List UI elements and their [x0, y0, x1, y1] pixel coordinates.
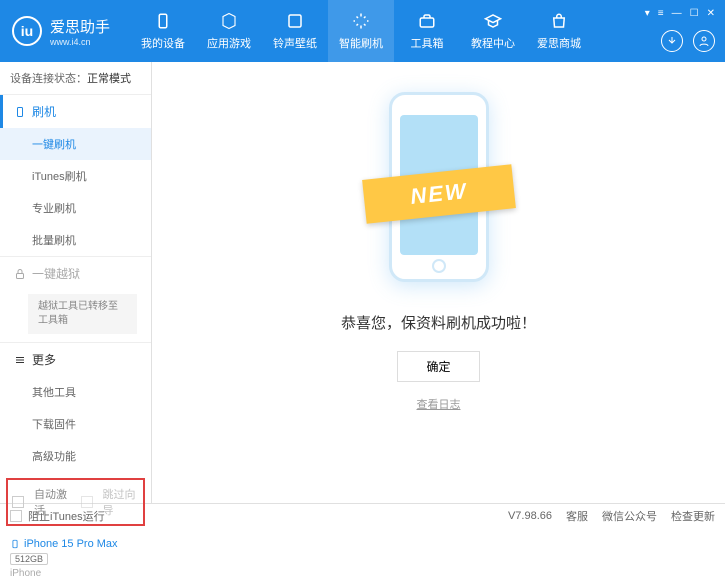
app-url: www.i4.cn: [50, 37, 110, 47]
sidebar-item-batch-flash[interactable]: 批量刷机: [0, 224, 151, 256]
tray-icon[interactable]: ≡: [658, 8, 664, 19]
checkbox-block-itunes[interactable]: [10, 510, 22, 522]
app-name: 爱思助手: [50, 16, 110, 37]
checkbox-skip-guide[interactable]: [81, 496, 93, 508]
tutorial-icon: [483, 11, 503, 31]
close-icon[interactable]: ✕: [707, 8, 715, 19]
version-label: V7.98.66: [508, 510, 552, 522]
sidebar-item-oneclick-flash[interactable]: 一键刷机: [0, 128, 151, 160]
app-header: iu 爱思助手 www.i4.cn 我的设备 应用游戏 铃声壁纸 智能刷机 工具…: [0, 0, 725, 62]
device-type: iPhone: [10, 568, 141, 579]
logo-icon: iu: [12, 16, 42, 46]
main-nav: 我的设备 应用游戏 铃声壁纸 智能刷机 工具箱 教程中心 爱思商城: [130, 0, 713, 62]
header-action-buttons: [661, 30, 715, 52]
maximize-icon[interactable]: ☐: [690, 8, 699, 19]
nav-toolbox[interactable]: 工具箱: [394, 0, 460, 62]
ok-button[interactable]: 确定: [397, 351, 479, 382]
sidebar-section-jailbreak: 一键越狱: [0, 257, 151, 290]
footer-support-link[interactable]: 客服: [566, 508, 588, 524]
sidebar-section-more[interactable]: 更多: [0, 343, 151, 376]
nav-apps[interactable]: 应用游戏: [196, 0, 262, 62]
sidebar: 设备连接状态：正常模式 刷机 一键刷机 iTunes刷机 专业刷机 批量刷机 一…: [0, 62, 152, 503]
checkbox-auto-activate[interactable]: [12, 496, 24, 508]
device-storage: 512GB: [10, 553, 48, 565]
new-banner: NEW: [362, 164, 516, 223]
toolbox-icon: [417, 11, 437, 31]
user-button[interactable]: [693, 30, 715, 52]
device-name[interactable]: iPhone 15 Pro Max: [10, 538, 141, 550]
connected-device: iPhone 15 Pro Max 512GB iPhone: [0, 532, 151, 585]
sidebar-item-itunes-flash[interactable]: iTunes刷机: [0, 160, 151, 192]
device-phone-icon: [10, 538, 20, 550]
device-icon: [153, 11, 173, 31]
view-log-link[interactable]: 查看日志: [417, 396, 461, 412]
block-itunes-label: 阻止iTunes运行: [28, 508, 105, 524]
success-illustration: NEW: [384, 92, 494, 292]
sidebar-item-pro-flash[interactable]: 专业刷机: [0, 192, 151, 224]
nav-mall[interactable]: 爱思商城: [526, 0, 592, 62]
sidebar-section-flash[interactable]: 刷机: [0, 95, 151, 128]
nav-flash[interactable]: 智能刷机: [328, 0, 394, 62]
footer-wechat-link[interactable]: 微信公众号: [602, 508, 657, 524]
skip-guide-label: 跳过向导: [103, 486, 140, 518]
main-content: NEW 恭喜您，保资料刷机成功啦！ 确定 查看日志: [152, 62, 725, 503]
footer-update-link[interactable]: 检查更新: [671, 508, 715, 524]
minimize-icon[interactable]: —: [672, 8, 682, 19]
flash-icon: [351, 11, 371, 31]
phone-icon: [14, 106, 26, 118]
mall-icon: [549, 11, 569, 31]
nav-my-device[interactable]: 我的设备: [130, 0, 196, 62]
success-message: 恭喜您，保资料刷机成功啦！: [341, 312, 536, 333]
nav-wallpaper[interactable]: 铃声壁纸: [262, 0, 328, 62]
download-button[interactable]: [661, 30, 683, 52]
logo: iu 爱思助手 www.i4.cn: [12, 16, 110, 47]
sidebar-item-advanced[interactable]: 高级功能: [0, 440, 151, 472]
menu-icon[interactable]: ▾: [645, 8, 650, 19]
apps-icon: [219, 11, 239, 31]
wallpaper-icon: [285, 11, 305, 31]
sidebar-item-other-tools[interactable]: 其他工具: [0, 376, 151, 408]
window-controls: ▾ ≡ — ☐ ✕: [645, 8, 715, 19]
menu-lines-icon: [14, 354, 26, 366]
lock-icon: [14, 268, 26, 280]
device-status: 设备连接状态：正常模式: [0, 62, 151, 95]
nav-tutorial[interactable]: 教程中心: [460, 0, 526, 62]
sidebar-item-download-firmware[interactable]: 下载固件: [0, 408, 151, 440]
jailbreak-moved-note: 越狱工具已转移至工具箱: [28, 294, 137, 334]
